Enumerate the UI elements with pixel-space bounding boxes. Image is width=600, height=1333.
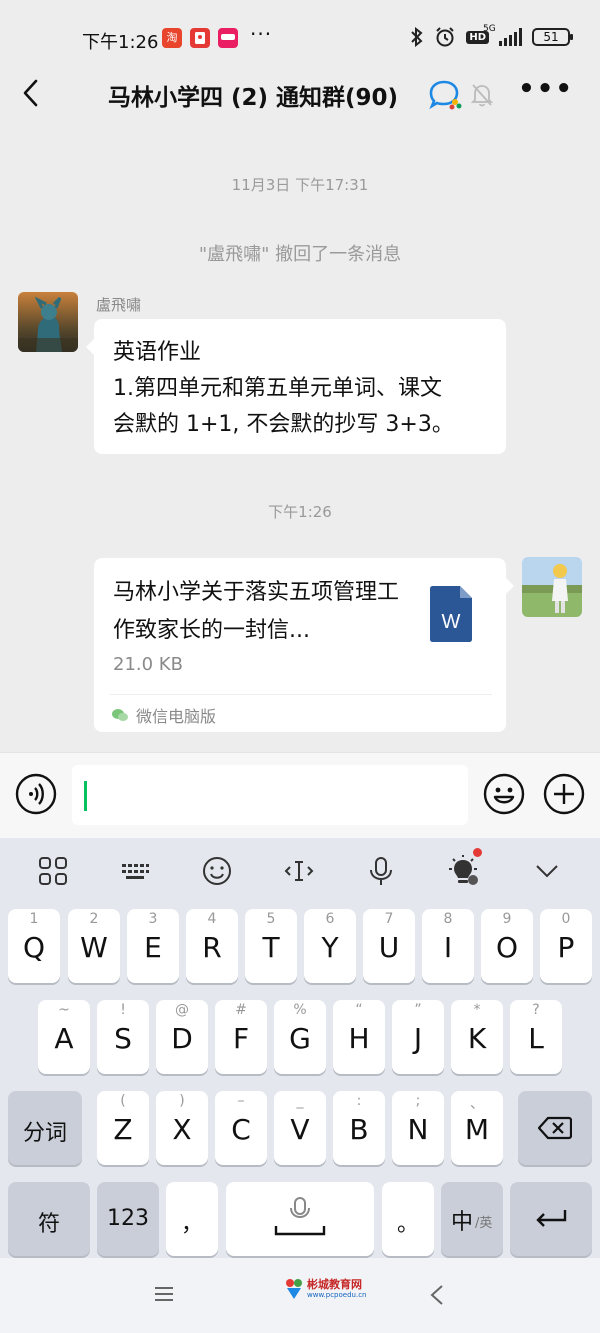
watermark-logo: 彬城教育网 www.pcpoedu.cn bbox=[284, 1278, 366, 1300]
my-avatar[interactable] bbox=[522, 557, 582, 617]
text-cursor bbox=[84, 781, 87, 811]
symbols-key[interactable]: 符 bbox=[8, 1182, 90, 1256]
taobao-icon: 淘 bbox=[162, 28, 182, 48]
file-name: 马林小学关于落实五项管理工作致家长的一封信... bbox=[113, 580, 400, 643]
key-j[interactable]: ” J bbox=[392, 1000, 444, 1074]
add-icon[interactable] bbox=[543, 773, 585, 815]
notification-dot bbox=[473, 848, 482, 857]
message-input[interactable] bbox=[72, 765, 468, 825]
key-t[interactable]: 5T bbox=[245, 909, 297, 983]
signal-icon: 5G bbox=[483, 24, 522, 46]
message-line: 会默的 1+1, 不会默的抄写 3+3。 bbox=[113, 412, 454, 437]
key-b[interactable]: :B bbox=[333, 1091, 385, 1165]
divider bbox=[110, 694, 492, 695]
shop-app-icon bbox=[218, 28, 238, 48]
key-c[interactable]: – C bbox=[215, 1091, 267, 1165]
ai-bulb-icon[interactable] bbox=[446, 848, 482, 888]
file-source-label: 微信电脑版 bbox=[136, 707, 217, 726]
chat-header: 马林小学四 (2) 通知群(90) ••• bbox=[0, 62, 600, 128]
key-p[interactable]: 0P bbox=[540, 909, 592, 983]
enter-key[interactable] bbox=[510, 1182, 592, 1256]
emoji-panel-icon[interactable] bbox=[200, 854, 234, 888]
backspace-icon bbox=[538, 1116, 572, 1140]
message-timestamp: 下午1:26 bbox=[268, 503, 332, 521]
comma-key[interactable]: ， bbox=[166, 1182, 218, 1256]
key-w[interactable]: 2W bbox=[68, 909, 120, 983]
bluetooth-icon bbox=[411, 27, 423, 47]
key-q[interactable]: 1Q bbox=[8, 909, 60, 983]
sender-name: 盧飛嘯 bbox=[96, 296, 142, 314]
key-e[interactable]: 3E bbox=[127, 909, 179, 983]
emoji-icon[interactable] bbox=[483, 773, 525, 815]
key-u[interactable]: 7U bbox=[363, 909, 415, 983]
key-y[interactable]: 6Y bbox=[304, 909, 356, 983]
key-d[interactable]: @ D bbox=[156, 1000, 208, 1074]
key-x[interactable]: ) X bbox=[156, 1091, 208, 1165]
svg-text:W: W bbox=[442, 611, 461, 633]
key-s[interactable]: ! S bbox=[97, 1000, 149, 1074]
key-h[interactable]: “H bbox=[333, 1000, 385, 1074]
key-v[interactable]: _ V bbox=[274, 1091, 326, 1165]
keyboard-layout-icon[interactable] bbox=[118, 854, 152, 888]
system-back-icon[interactable] bbox=[428, 1284, 446, 1306]
status-time: 下午1:26 bbox=[82, 32, 159, 53]
keyboard: 1Q 2W 3E 4R 5T 6Y 7U 8I 9O 0P ~ A ! S @ D #… bbox=[0, 838, 600, 1258]
recent-apps-icon[interactable] bbox=[154, 1286, 174, 1302]
collapse-keyboard-icon[interactable] bbox=[530, 854, 564, 888]
sender-avatar[interactable] bbox=[18, 292, 78, 352]
word-document-icon: W bbox=[430, 586, 472, 642]
wechat-icon bbox=[112, 709, 128, 721]
space-key[interactable] bbox=[226, 1182, 374, 1256]
key-z[interactable]: (Z bbox=[97, 1091, 149, 1165]
key-i[interactable]: 8I bbox=[422, 909, 474, 983]
logo-icon bbox=[286, 1279, 302, 1299]
enter-icon bbox=[536, 1210, 567, 1227]
fenci-key[interactable]: 分词 bbox=[8, 1091, 82, 1165]
battery-icon: 51 bbox=[532, 28, 573, 46]
apps-grid-icon[interactable] bbox=[36, 854, 70, 888]
key-g[interactable]: % G bbox=[274, 1000, 326, 1074]
key-m[interactable]: 、 M bbox=[451, 1091, 503, 1165]
enterprise-chat-icon bbox=[429, 80, 462, 110]
message-input-bar bbox=[0, 752, 600, 838]
status-bar: 下午1:26 淘 ··· HD 5G 51 bbox=[0, 0, 600, 70]
space-mic-icon bbox=[274, 1197, 326, 1236]
system-navigation-bar: 彬城教育网 www.pcpoedu.cn bbox=[0, 1258, 600, 1333]
recall-notice: "盧飛嘯" 撤回了一条消息 bbox=[198, 244, 402, 265]
alarm-icon bbox=[436, 27, 455, 47]
key-r[interactable]: 4R bbox=[186, 909, 238, 983]
cursor-move-icon[interactable] bbox=[282, 854, 316, 888]
key-a[interactable]: ~ A bbox=[38, 1000, 90, 1074]
key-o[interactable]: 9O bbox=[481, 909, 533, 983]
language-switch-key[interactable]: 中 /英 bbox=[441, 1182, 503, 1256]
file-size: 21.0 KB bbox=[113, 654, 183, 675]
message-line: 1.第四单元和第五单元单词、课文 bbox=[113, 376, 442, 401]
key-l[interactable]: ? L bbox=[510, 1000, 562, 1074]
microphone-icon[interactable] bbox=[364, 854, 398, 888]
more-notifications-icon: ··· bbox=[250, 22, 273, 46]
back-arrow-icon[interactable] bbox=[14, 76, 48, 110]
more-options-icon[interactable]: ••• bbox=[518, 74, 574, 104]
message-bubble[interactable]: 英语作业 1.第四单元和第五单元单词、课文 会默的 1+1, 不会默的抄写 3+… bbox=[86, 319, 506, 454]
period-key[interactable]: 。 bbox=[382, 1182, 434, 1256]
file-source: 微信电脑版 bbox=[112, 703, 216, 727]
numbers-key[interactable]: 123 bbox=[97, 1182, 159, 1256]
message-line: 英语作业 bbox=[113, 340, 202, 365]
keyboard-toolbar bbox=[0, 838, 600, 902]
page-title: 马林小学四 (2) 通知群(90) bbox=[108, 85, 399, 111]
mute-bell-icon bbox=[470, 84, 494, 107]
message-timestamp: 11月3日 下午17:31 bbox=[231, 176, 369, 194]
red-packet-icon bbox=[190, 28, 210, 48]
key-k[interactable]: * K bbox=[451, 1000, 503, 1074]
file-message-card[interactable]: 马林小学关于落实五项管理工作致家长的一封信... 21.0 KB W 微信电脑版 bbox=[94, 558, 514, 732]
voice-input-icon[interactable] bbox=[15, 773, 57, 815]
key-n[interactable]: ; N bbox=[392, 1091, 444, 1165]
backspace-key[interactable] bbox=[518, 1091, 592, 1165]
key-f[interactable]: # F bbox=[215, 1000, 267, 1074]
